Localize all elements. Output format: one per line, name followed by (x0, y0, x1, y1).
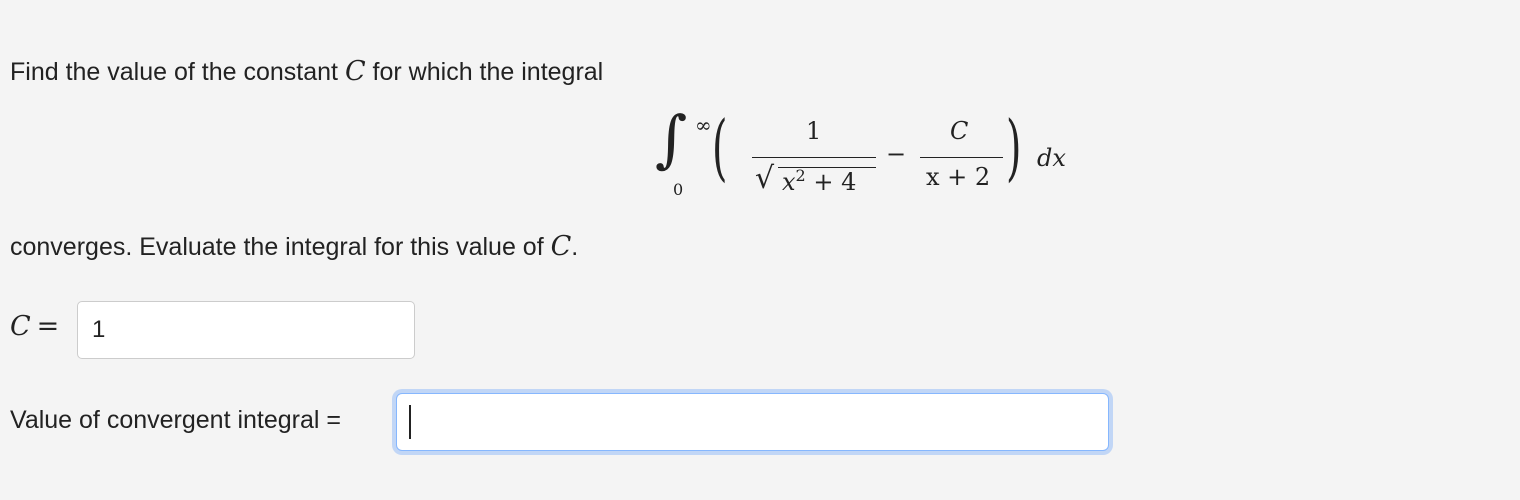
text-cursor (409, 405, 411, 439)
instruction-variable-c: C (550, 231, 572, 262)
integral-value-input[interactable] (396, 393, 1109, 451)
c-answer-label: C = (10, 311, 59, 343)
prompt-text-after: for which the integral (365, 58, 604, 86)
fraction1-denominator: x2 + 4 (782, 166, 856, 196)
fraction2-bar (920, 157, 1003, 158)
differential-dx: dx (1037, 144, 1066, 172)
fraction1-numerator: 1 (806, 117, 822, 145)
integral-lower-limit: 0 (673, 180, 684, 199)
sqrt-symbol: √ (755, 161, 775, 196)
fraction2-denominator: x + 2 (926, 163, 991, 191)
instruction-text-after: . (571, 233, 579, 261)
minus-sign: − (886, 140, 907, 168)
den1-rest: + 4 (805, 168, 857, 196)
problem-prompt: Find the value of the constant C for whi… (10, 57, 603, 87)
c-answer-input[interactable] (77, 301, 415, 359)
den1-exponent: 2 (795, 166, 806, 185)
problem-instruction: converges. Evaluate the integral for thi… (10, 232, 578, 262)
instruction-text-before: converges. Evaluate the integral for thi… (10, 233, 551, 261)
right-paren: ) (1006, 105, 1022, 189)
den1-variable: x (782, 168, 796, 196)
prompt-text-before: Find the value of the constant (10, 58, 345, 86)
integral-value-label: Value of convergent integral = (10, 406, 342, 434)
left-paren: ( (712, 105, 728, 189)
integral-sign: ∫ (655, 102, 688, 175)
integral-upper-limit: ∞ (695, 113, 712, 137)
c-label-equals: = (36, 311, 60, 342)
c-label-variable: C (10, 311, 31, 342)
prompt-variable-c: C (344, 56, 366, 87)
fraction1-bar (752, 157, 876, 158)
fraction2-numerator: C (950, 117, 969, 145)
integral-equation: ∫ ∞ 0 ( 1 √ x2 + 4 − C x + 2 ) dx (640, 100, 1100, 210)
